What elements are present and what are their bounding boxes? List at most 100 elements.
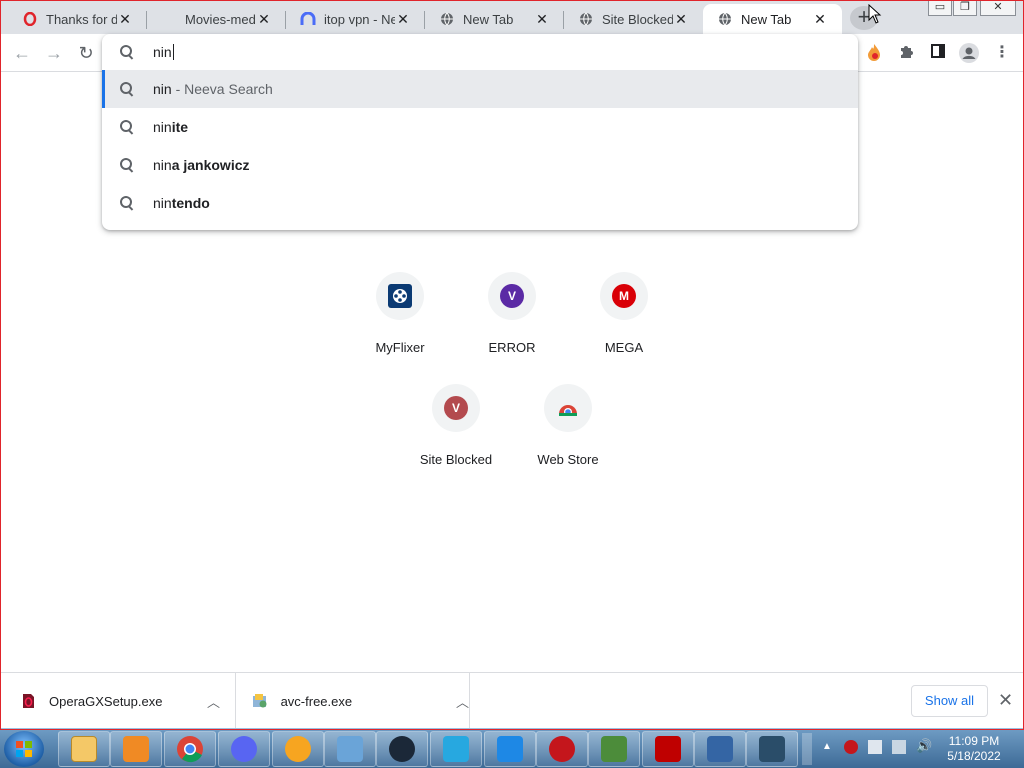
tab-thanks[interactable]: Thanks for do ✕ (8, 4, 147, 34)
omnibox-dropdown: nin nin - Neeva Search ninite nina janko… (102, 34, 858, 230)
file-explorer-taskbar[interactable] (58, 731, 110, 767)
shortcut-label: MEGA (604, 340, 644, 355)
shield-icon (759, 736, 785, 762)
opera-gx-file-icon (23, 694, 34, 708)
tab-itop[interactable]: itop vpn - New ✕ (286, 4, 425, 34)
chevron-up-icon[interactable]: ︿ (456, 692, 469, 711)
wise-app-taskbar[interactable] (430, 731, 482, 767)
suggestion-typed: nin (153, 195, 172, 211)
shortcut-label: Site Blocked (419, 452, 493, 467)
tab-newtab-1[interactable]: New Tab ✕ (425, 4, 564, 34)
tab-title: New Tab (463, 11, 514, 27)
system-clock[interactable]: 11:09 PM 5/18/2022 (944, 734, 1004, 764)
letter-v-icon: V (500, 284, 524, 308)
remote-app-taskbar[interactable] (484, 731, 536, 767)
suggestion-typed: nin (153, 119, 172, 135)
chrome-web-store-icon (544, 384, 592, 432)
photo-app-taskbar[interactable] (694, 731, 746, 767)
mouse-cursor-icon (868, 4, 882, 24)
suggestion-item[interactable]: nin - Neeva Search (102, 70, 858, 108)
chrome-taskbar[interactable] (164, 731, 216, 767)
start-button[interactable] (4, 731, 44, 767)
close-icon[interactable]: ✕ (673, 11, 689, 27)
tab-movies[interactable]: Movies-media ✕ (147, 4, 286, 34)
forward-button[interactable]: → (42, 42, 66, 64)
back-button[interactable]: ← (10, 42, 34, 64)
minimize-button[interactable]: ▭ (928, 0, 952, 16)
monitor-icon (601, 736, 627, 762)
steam-icon (389, 736, 415, 762)
suggestion-item[interactable]: nina jankowicz (102, 146, 858, 184)
search-icon (120, 158, 134, 172)
suggestion-completion: a jankowicz (171, 157, 250, 173)
game-booster-icon (549, 736, 575, 762)
more-menu-icon[interactable]: ⋮ (992, 43, 1012, 63)
close-icon[interactable]: ✕ (998, 690, 1013, 711)
suggestion-item[interactable]: ninite (102, 108, 858, 146)
shortcut-mega[interactable]: M MEGA (568, 272, 680, 372)
installer-file-icon (253, 694, 267, 708)
filezilla-taskbar[interactable] (642, 731, 694, 767)
tab-title: Thanks for do (46, 11, 117, 27)
search-icon (120, 45, 134, 59)
show-all-button[interactable]: Show all (911, 685, 988, 717)
reload-button[interactable]: ↻ (74, 42, 98, 64)
tray-app-icon[interactable] (844, 740, 858, 754)
extensions-puzzle-icon[interactable] (896, 43, 916, 63)
address-bar[interactable]: nin (102, 34, 858, 70)
vpn-app-taskbar[interactable] (272, 731, 324, 767)
close-window-button[interactable]: ✕ (980, 0, 1016, 16)
discord-taskbar[interactable] (218, 731, 270, 767)
shortcut-myflixer[interactable]: MyFlixer (344, 272, 456, 372)
download-filename: OperaGXSetup.exe (49, 693, 163, 709)
search-icon (120, 120, 134, 134)
volume-icon[interactable]: 🔊 (916, 738, 932, 754)
shortcut-label: Web Store (537, 452, 599, 467)
close-icon[interactable]: ✕ (812, 11, 828, 27)
shortcut-label: ERROR (488, 340, 536, 355)
search-icon (120, 82, 134, 96)
w-logo-icon (443, 736, 469, 762)
taskbar-scroll[interactable] (802, 733, 812, 765)
globe-icon (578, 11, 594, 27)
steam-taskbar[interactable] (376, 731, 428, 767)
close-icon[interactable]: ✕ (534, 11, 550, 27)
maximize-button[interactable]: ❐ (953, 0, 977, 16)
side-panel-icon[interactable] (928, 43, 948, 63)
game-app-taskbar[interactable] (536, 731, 588, 767)
show-hidden-icons-icon[interactable]: ▲ (822, 741, 832, 752)
chrome-icon (177, 736, 203, 763)
network-tray-icon[interactable] (892, 740, 906, 754)
tab-site-blocked[interactable]: Site Blocked ✕ (564, 4, 703, 34)
close-icon[interactable]: ✕ (395, 11, 411, 27)
close-icon[interactable]: ✕ (256, 11, 272, 27)
arrow-app-icon (497, 736, 523, 762)
extension-fire-icon[interactable] (864, 43, 884, 63)
search-icon (120, 196, 134, 210)
shortcut-web-store[interactable]: Web Store (512, 384, 624, 484)
suggestion-item[interactable]: nintendo (102, 184, 858, 222)
profile-avatar-icon[interactable] (959, 43, 979, 63)
omnibox-query[interactable]: nin (153, 44, 172, 60)
suggestion-completion: tendo (171, 195, 210, 211)
download-item[interactable]: avc-free.exe ︿ (252, 673, 470, 729)
blank-icon (161, 11, 177, 27)
mega-logo-icon: M (612, 284, 636, 308)
shortcut-site-blocked[interactable]: V Site Blocked (400, 384, 512, 484)
tab-newtab-active[interactable]: New Tab ✕ (703, 4, 842, 34)
shortcut-label: MyFlixer (375, 340, 425, 355)
monitor-app-taskbar[interactable] (588, 731, 640, 767)
media-player-taskbar[interactable] (110, 731, 162, 767)
chevron-up-icon[interactable]: ︿ (207, 692, 220, 711)
vpn-shield-icon (285, 736, 311, 762)
network-app-taskbar[interactable] (324, 731, 376, 767)
shield-app-taskbar[interactable] (746, 731, 798, 767)
shortcut-error[interactable]: V ERROR (456, 272, 568, 372)
suggestion-engine: - Neeva Search (171, 81, 273, 97)
flag-icon[interactable] (868, 740, 882, 754)
download-item[interactable]: OperaGXSetup.exe ︿ (20, 673, 236, 729)
network-icon (337, 736, 363, 762)
close-icon[interactable]: ✕ (117, 11, 133, 27)
suggestion-typed: nin (153, 157, 172, 173)
media-player-icon (123, 736, 149, 762)
